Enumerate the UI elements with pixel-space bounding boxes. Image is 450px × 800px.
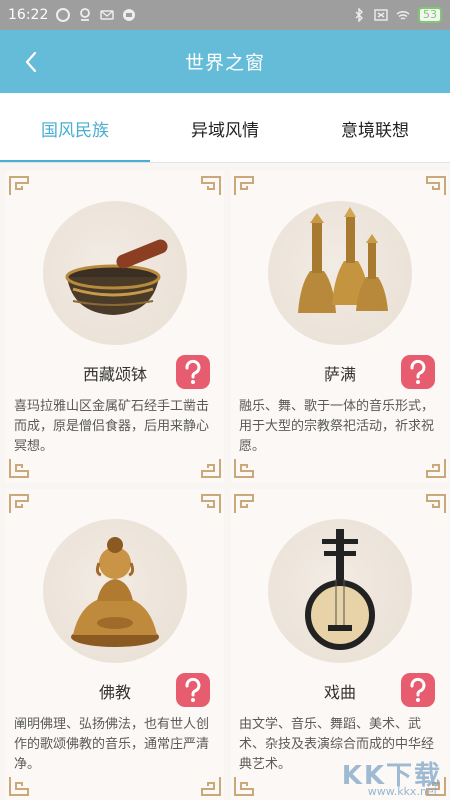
corner-ornament-icon	[233, 493, 255, 515]
help-button[interactable]	[401, 355, 435, 389]
status-bar: 16:22 53	[0, 0, 450, 30]
corner-ornament-icon	[233, 775, 255, 797]
notification-icon	[56, 8, 71, 22]
corner-ornament-icon	[233, 457, 255, 479]
card-description: 阐明佛理、弘扬佛法，也有世人创作的歌颂佛教的音乐，通常庄严清净。	[14, 717, 210, 772]
corner-ornament-icon	[200, 457, 222, 479]
no-sim-icon	[374, 8, 388, 22]
corner-ornament-icon	[200, 175, 222, 197]
corner-ornament-icon	[8, 175, 30, 197]
corner-ornament-icon	[233, 175, 255, 197]
corner-ornament-icon	[425, 175, 447, 197]
battery-indicator: 53	[418, 7, 442, 23]
corner-ornament-icon	[8, 775, 30, 797]
question-mark-icon	[176, 673, 210, 707]
question-mark-icon	[401, 355, 435, 389]
corner-ornament-icon	[8, 493, 30, 515]
card-opera[interactable]: 戏曲 由文学、音乐、舞蹈、美术、武术、杂技及表演综合而成的中华经典艺术。	[231, 489, 449, 800]
tab-bar: 国风民族 异域风情 意境联想	[0, 93, 450, 163]
card-buddhism[interactable]: 佛教 阐明佛理、弘扬佛法，也有世人创作的歌颂佛教的音乐，通常庄严清净。	[6, 489, 224, 800]
corner-ornament-icon	[8, 457, 30, 479]
page-title: 世界之窗	[184, 52, 265, 74]
tab-yiyu-fengqing[interactable]: 异域风情	[150, 93, 300, 163]
help-button[interactable]	[176, 355, 210, 389]
help-button[interactable]	[176, 673, 210, 707]
chevron-left-icon	[25, 51, 37, 73]
card-shaman[interactable]: 萨满 融乐、舞、歌于一体的音乐形式，用于大型的宗教祭祀活动，祈求祝愿。	[231, 171, 449, 483]
card-description: 融乐、舞、歌于一体的音乐形式，用于大型的宗教祭祀活动，祈求祝愿。	[239, 399, 435, 454]
question-mark-icon	[401, 673, 435, 707]
shaman-bells-image	[268, 201, 412, 345]
mail-icon	[100, 8, 115, 22]
singing-bowl-image	[43, 201, 187, 345]
corner-ornament-icon	[200, 775, 222, 797]
yueqin-instrument-image	[268, 519, 412, 663]
watermark-url: www.kkx.net	[367, 785, 438, 798]
card-grid: 西藏颂钵 喜玛拉雅山区金属矿石经手工凿击而成，原是僧侣食器，后用来静心冥想。 萨	[0, 163, 450, 800]
card-singing-bowl[interactable]: 西藏颂钵 喜玛拉雅山区金属矿石经手工凿击而成，原是僧侣食器，后用来静心冥想。	[6, 171, 224, 483]
back-button[interactable]	[16, 46, 48, 78]
help-button[interactable]	[401, 673, 435, 707]
tab-guofeng-minzu[interactable]: 国风民族	[0, 93, 150, 163]
buddha-statue-image	[43, 519, 187, 663]
corner-ornament-icon	[425, 493, 447, 515]
message-icon	[122, 8, 136, 22]
card-description: 喜玛拉雅山区金属矿石经手工凿击而成，原是僧侣食器，后用来静心冥想。	[14, 399, 210, 454]
wifi-icon	[396, 8, 410, 22]
corner-ornament-icon	[425, 457, 447, 479]
location-icon	[78, 8, 92, 22]
corner-ornament-icon	[200, 493, 222, 515]
question-mark-icon	[176, 355, 210, 389]
status-time: 16:22	[8, 7, 49, 23]
tab-yijing-lianxiang[interactable]: 意境联想	[300, 93, 450, 163]
bluetooth-icon	[352, 7, 366, 23]
app-bar: 世界之窗	[0, 30, 450, 93]
